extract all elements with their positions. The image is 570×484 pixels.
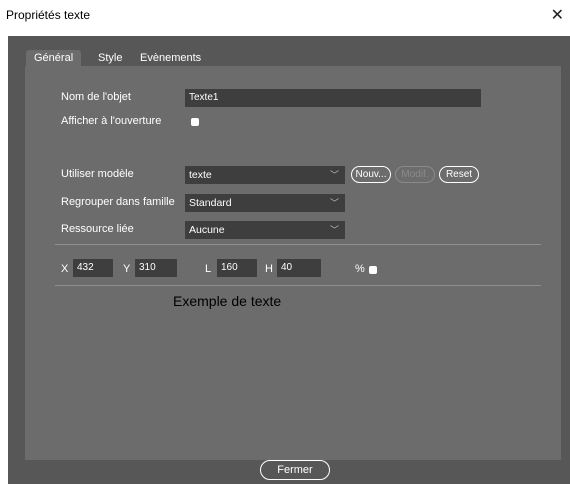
chevron-down-icon: ﹀ bbox=[329, 170, 339, 180]
use-template-label: Utiliser modèle bbox=[61, 168, 134, 180]
chevron-down-icon: ﹀ bbox=[329, 198, 339, 208]
reset-template-button[interactable]: Reset bbox=[439, 166, 479, 183]
chevron-down-icon: ﹀ bbox=[329, 225, 339, 235]
h-label: H bbox=[265, 263, 273, 275]
y-label: Y bbox=[123, 263, 131, 275]
y-input[interactable]: 310 bbox=[135, 259, 177, 277]
tab-events[interactable]: Evènements bbox=[132, 50, 209, 66]
close-dialog-button[interactable]: Fermer bbox=[260, 460, 330, 480]
separator bbox=[55, 244, 541, 245]
object-name-input[interactable]: Texte1 bbox=[185, 89, 481, 107]
general-panel: Nom de l'objet Texte1 Afficher à l'ouver… bbox=[25, 66, 561, 460]
tab-bar: Général Style Evènements bbox=[8, 36, 570, 66]
template-select-value: texte bbox=[189, 169, 212, 181]
template-select[interactable]: texte ﹀ bbox=[185, 166, 345, 184]
new-template-button[interactable]: Nouv... bbox=[351, 166, 391, 183]
show-on-open-label: Afficher à l'ouverture bbox=[61, 115, 162, 127]
x-input[interactable]: 432 bbox=[73, 259, 113, 277]
window-title: Propriétés texte bbox=[6, 8, 91, 22]
show-on-open-checkbox[interactable] bbox=[191, 118, 199, 126]
x-label: X bbox=[61, 263, 69, 275]
close-icon[interactable]: ✕ bbox=[551, 5, 564, 25]
sample-text: Exemple de texte bbox=[173, 293, 282, 309]
l-input[interactable]: 160 bbox=[217, 259, 257, 277]
percent-checkbox[interactable] bbox=[369, 266, 377, 274]
window-titlebar: Propriétés texte ✕ bbox=[0, 0, 570, 36]
linked-resource-label: Ressource liée bbox=[61, 223, 134, 235]
object-name-label: Nom de l'objet bbox=[61, 91, 131, 103]
resource-select[interactable]: Aucune ﹀ bbox=[185, 221, 345, 239]
modify-template-button[interactable]: Modif. bbox=[395, 166, 435, 183]
tab-style[interactable]: Style bbox=[90, 50, 130, 66]
family-select-value: Standard bbox=[189, 197, 232, 209]
dialog-frame: Général Style Evènements Nom de l'objet … bbox=[8, 36, 570, 484]
family-select[interactable]: Standard ﹀ bbox=[185, 194, 345, 212]
resource-select-value: Aucune bbox=[189, 224, 225, 236]
percent-label: % bbox=[355, 263, 365, 275]
separator bbox=[55, 285, 541, 286]
group-family-label: Regrouper dans famille bbox=[61, 196, 175, 208]
tab-general[interactable]: Général bbox=[26, 50, 82, 66]
h-input[interactable]: 40 bbox=[277, 259, 321, 277]
l-label: L bbox=[205, 263, 212, 275]
